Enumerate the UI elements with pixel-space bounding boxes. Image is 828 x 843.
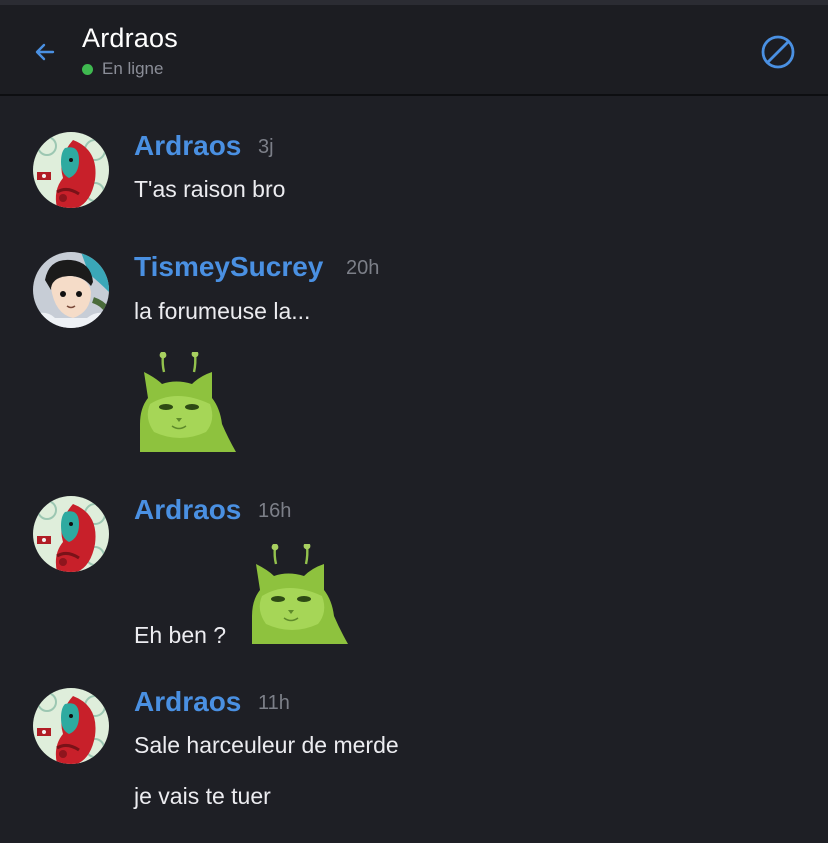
block-user-button[interactable] — [760, 34, 796, 70]
message-text: la forumeuse la... — [134, 298, 311, 324]
block-icon — [761, 35, 795, 69]
message-time: 3j — [258, 136, 274, 158]
ardraos-avatar[interactable] — [33, 688, 109, 764]
tismey-avatar[interactable] — [33, 252, 109, 328]
ardraos-avatar[interactable] — [33, 496, 109, 572]
message-author[interactable]: Ardraos — [134, 686, 241, 718]
message-item: Ardraos 16h Eh ben ? — [0, 484, 828, 654]
message-time: 20h — [346, 257, 380, 279]
message-item: Ardraos 3j T'as raison bro — [0, 120, 828, 220]
green-cat-sticker[interactable] — [248, 544, 348, 644]
chat-header: Ardraos En ligne — [0, 5, 828, 96]
message-author[interactable]: Ardraos — [134, 494, 241, 526]
message-text: T'as raison bro — [134, 176, 286, 202]
conversation-title: Ardraos — [82, 23, 178, 53]
presence-status: En ligne — [82, 59, 163, 79]
message-text: Sale harceuleur de merde — [134, 732, 399, 758]
ardraos-avatar[interactable] — [33, 132, 109, 208]
message-text: je vais te tuer — [134, 783, 271, 809]
message-time: 11h — [258, 692, 290, 714]
message-time: 16h — [258, 500, 292, 522]
green-cat-sticker[interactable] — [136, 352, 236, 452]
message-item: Ardraos 11h Sale harceuleur de merde je … — [0, 676, 828, 826]
message-author[interactable]: TismeySucrey — [134, 251, 323, 283]
message-author[interactable]: Ardraos — [134, 130, 241, 162]
status-text: En ligne — [102, 59, 164, 78]
message-item: TismeySucrey 20h la forumeuse la... — [0, 240, 828, 455]
message-text: Eh ben ? — [134, 622, 227, 648]
arrow-left-icon — [35, 43, 55, 61]
back-button[interactable] — [28, 35, 62, 69]
online-status-dot — [82, 63, 93, 75]
